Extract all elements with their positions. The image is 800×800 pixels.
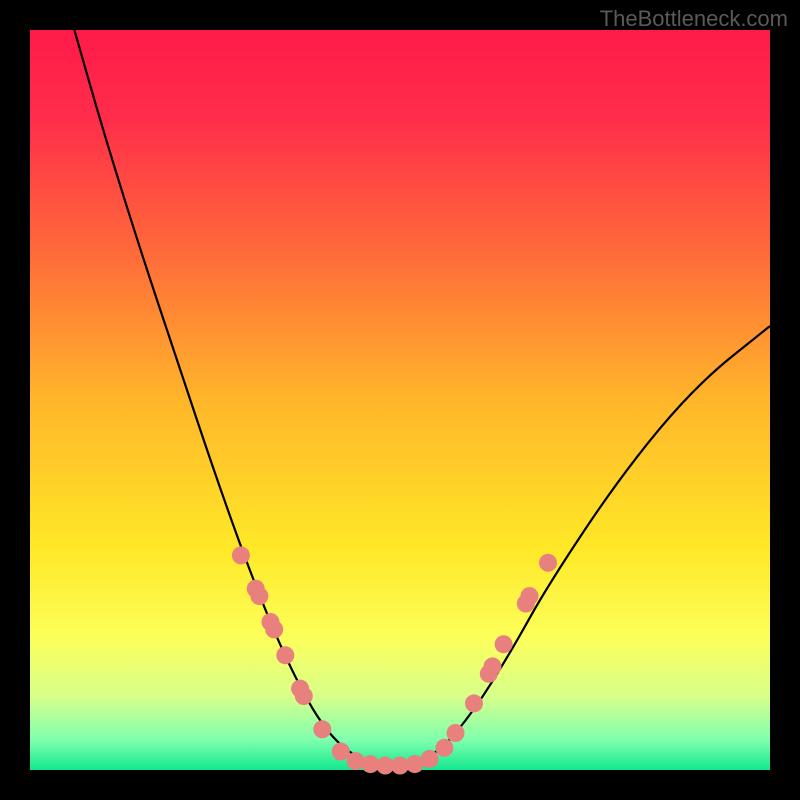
data-dot — [250, 587, 268, 605]
data-dot — [295, 687, 313, 705]
data-dot — [332, 743, 350, 761]
data-dot — [435, 739, 453, 757]
data-dot — [232, 546, 250, 564]
watermark-text: TheBottleneck.com — [600, 6, 788, 32]
data-dot — [347, 752, 365, 770]
data-dot — [313, 720, 331, 738]
data-dot — [421, 750, 439, 768]
bottleneck-chart — [0, 0, 800, 800]
data-dot — [447, 724, 465, 742]
data-dot — [265, 620, 283, 638]
data-dot — [539, 554, 557, 572]
data-dot — [521, 587, 539, 605]
plot-background — [30, 30, 770, 770]
data-dot — [495, 635, 513, 653]
data-dot — [484, 657, 502, 675]
data-dot — [276, 646, 294, 664]
data-dot — [465, 694, 483, 712]
chart-frame: TheBottleneck.com — [0, 0, 800, 800]
